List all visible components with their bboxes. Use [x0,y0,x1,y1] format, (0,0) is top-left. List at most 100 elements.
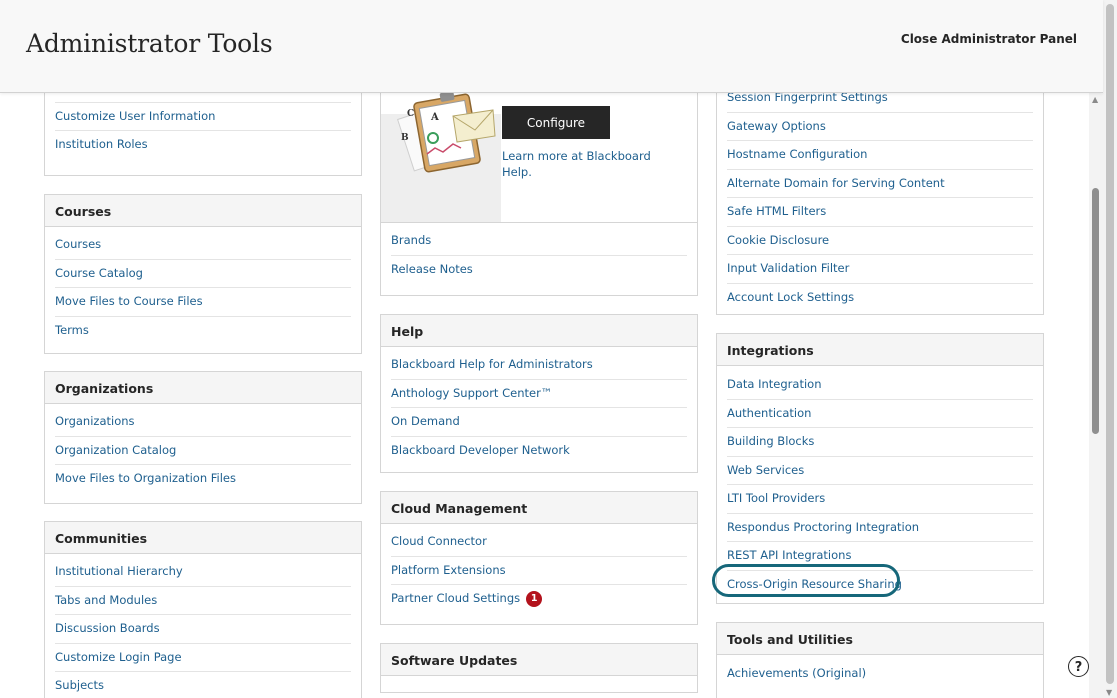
clipboard-illustration: A B C [381,93,501,222]
window-scrollbar-thumb[interactable] [1106,4,1114,684]
courses-link[interactable]: Courses [55,231,351,259]
list-item: Alternate Domain for Serving Content [727,170,1033,198]
on-demand-link[interactable]: On Demand [391,408,687,436]
list-item: Respondus Proctoring Integration [727,514,1033,542]
partner-cloud-settings-link[interactable]: Partner Cloud Settings 1 [391,585,687,613]
list-item: Terms [55,317,351,345]
list-item: Move Files to Organization Files [55,465,351,493]
learn-more-blackboard-help-link[interactable]: Learn more at Blackboard Help. [502,148,672,180]
help-module: Help Blackboard Help for Administrators … [380,314,698,473]
courses-module-title: Courses [45,195,361,227]
terms-link[interactable]: Terms [55,317,351,345]
list-item: Institutional Hierarchy [55,558,351,587]
cloud-management-module-title: Cloud Management [381,492,697,524]
page-title: Administrator Tools [26,29,273,58]
users-link[interactable]: Users [55,93,351,102]
cookie-disclosure-link[interactable]: Cookie Disclosure [727,227,1033,255]
list-item: Data Integration [727,371,1033,400]
list-item: Customize Login Page [55,644,351,672]
subjects-link[interactable]: Subjects [55,672,351,698]
account-lock-settings-link[interactable]: Account Lock Settings [727,284,1033,312]
list-item: Organizations [55,408,351,437]
building-blocks-link[interactable]: Building Blocks [727,428,1033,456]
hostname-configuration-link[interactable]: Hostname Configuration [727,141,1033,169]
promo-link-list: Brands Release Notes [381,223,697,283]
courses-link-list: Courses Course Catalog Move Files to Cou… [45,227,361,344]
alternate-domain-link[interactable]: Alternate Domain for Serving Content [727,170,1033,198]
organizations-link[interactable]: Organizations [55,408,351,436]
discussion-boards-link[interactable]: Discussion Boards [55,615,351,643]
users-link-list: Users Customize User Information Institu… [45,93,361,159]
scroll-up-arrow-icon[interactable]: ▲ [1092,95,1098,104]
tools-and-utilities-module-title: Tools and Utilities [717,623,1043,655]
window-scrollbar[interactable]: ▼ [1103,0,1117,698]
web-services-link[interactable]: Web Services [727,457,1033,485]
safe-html-filters-link[interactable]: Safe HTML Filters [727,198,1033,226]
move-files-to-course-files-link[interactable]: Move Files to Course Files [55,288,351,316]
lti-tool-providers-link[interactable]: LTI Tool Providers [727,485,1033,513]
list-item: Safe HTML Filters [727,198,1033,227]
admin-content-area: Users Customize User Information Institu… [0,93,1089,698]
question-circle-icon[interactable]: ? [1068,656,1089,677]
organization-catalog-link[interactable]: Organization Catalog [55,437,351,465]
list-item: Subjects [55,672,351,698]
list-item: LTI Tool Providers [727,485,1033,514]
content-scrollbar[interactable]: ▲ [1089,93,1103,698]
list-item: Web Services [727,457,1033,485]
list-item: Gateway Options [727,113,1033,141]
organizations-module-title: Organizations [45,372,361,404]
rest-api-integrations-link[interactable]: REST API Integrations [727,542,1033,570]
cross-origin-resource-sharing-link[interactable]: Cross-Origin Resource Sharing [727,571,1033,599]
communities-module-title: Communities [45,522,361,554]
input-validation-filter-link[interactable]: Input Validation Filter [727,255,1033,283]
integrations-link-list: Data Integration Authentication Building… [717,366,1043,598]
gateway-options-link[interactable]: Gateway Options [727,113,1033,141]
list-item: Account Lock Settings [727,284,1033,312]
paper-letter-c: C [407,109,414,119]
close-admin-panel-button[interactable]: Close Administrator Panel [901,32,1077,46]
anthology-support-center-link[interactable]: Anthology Support Center™ [391,380,687,408]
list-item: Hostname Configuration [727,141,1033,170]
brands-link[interactable]: Brands [391,227,687,255]
list-item: REST API Integrations [727,542,1033,571]
customize-login-page-link[interactable]: Customize Login Page [55,644,351,672]
session-fingerprint-settings-link[interactable]: Session Fingerprint Settings [727,93,1033,112]
list-item: Release Notes [391,256,687,284]
achievements-original-link[interactable]: Achievements (Original) [727,660,1033,688]
configure-button[interactable]: Configure [502,106,610,139]
users-module: Users Customize User Information Institu… [44,93,362,176]
list-item: Cloud Connector [391,528,687,557]
course-catalog-link[interactable]: Course Catalog [55,260,351,288]
blackboard-help-for-administrators-link[interactable]: Blackboard Help for Administrators [391,351,687,379]
partner-cloud-settings-label: Partner Cloud Settings [391,591,521,605]
authentication-link[interactable]: Authentication [727,400,1033,428]
tabs-and-modules-link[interactable]: Tabs and Modules [55,587,351,615]
cloud-connector-link[interactable]: Cloud Connector [391,528,687,556]
list-item: Institution Roles [55,131,351,159]
organizations-module: Organizations Organizations Organization… [44,371,362,504]
data-integration-link[interactable]: Data Integration [727,371,1033,399]
release-notes-link[interactable]: Release Notes [391,256,687,284]
move-files-to-organization-files-link[interactable]: Move Files to Organization Files [55,465,351,493]
communities-module: Communities Institutional Hierarchy Tabs… [44,521,362,698]
tools-and-utilities-module: Tools and Utilities Achievements (Origin… [716,622,1044,698]
institutional-hierarchy-link[interactable]: Institutional Hierarchy [55,558,351,586]
scroll-down-arrow-icon[interactable]: ▼ [1106,688,1112,697]
list-item: Blackboard Help for Administrators [391,351,687,380]
list-item: Cookie Disclosure [727,227,1033,255]
respondus-proctoring-integration-link[interactable]: Respondus Proctoring Integration [727,514,1033,542]
list-item: Partner Cloud Settings 1 [391,585,687,613]
list-item: Brands [391,227,687,256]
software-updates-module: Software Updates [380,643,698,693]
tools-link-list: Achievements (Original) [717,655,1043,688]
blackboard-developer-network-link[interactable]: Blackboard Developer Network [391,437,687,465]
institution-roles-link[interactable]: Institution Roles [55,131,351,159]
platform-extensions-link[interactable]: Platform Extensions [391,557,687,585]
page-header: Administrator Tools Close Administrator … [0,0,1103,93]
customize-user-information-link[interactable]: Customize User Information [55,103,351,131]
scrollbar-thumb[interactable] [1092,188,1099,434]
security-module: Session Fingerprint Settings Gateway Opt… [716,93,1044,315]
list-item: On Demand [391,408,687,437]
blackboard-promo-module: A B C Configure Learn more at Blackboard… [380,93,698,296]
list-item: Courses [55,231,351,260]
